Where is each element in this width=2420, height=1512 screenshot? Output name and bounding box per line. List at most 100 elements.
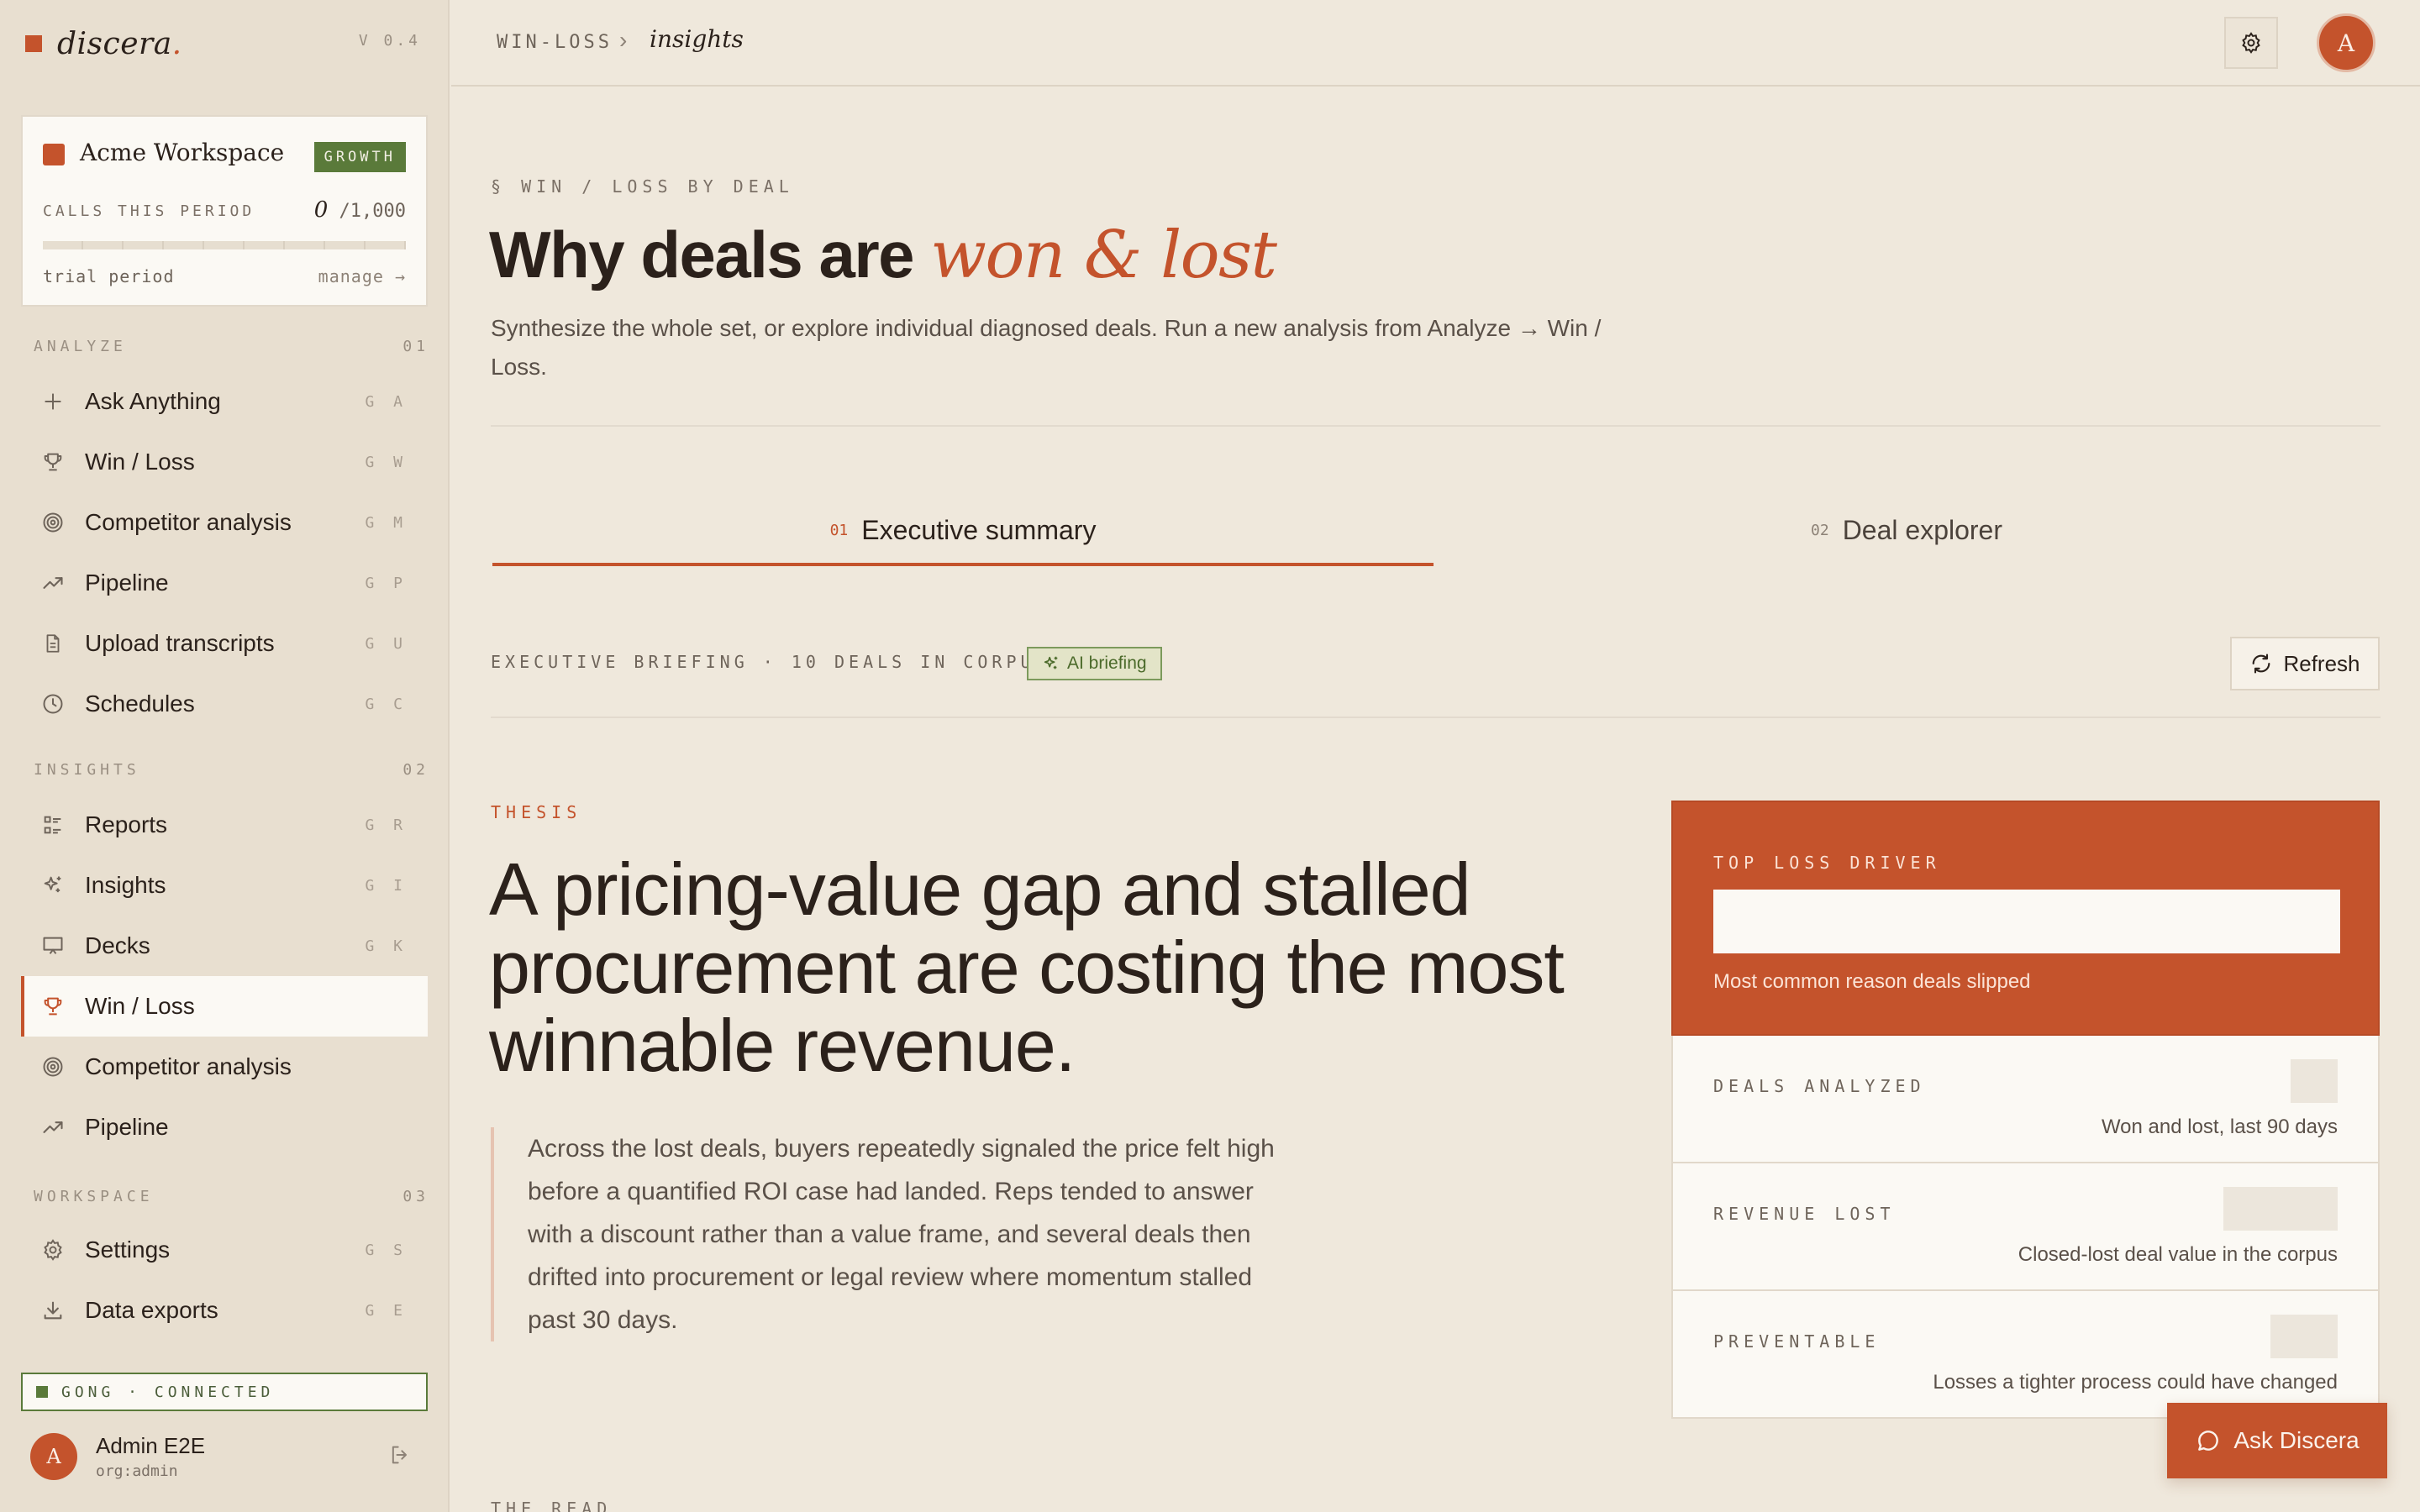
workspace-card[interactable]: Acme Workspace GROWTH CALLS THIS PERIOD … [21,115,428,307]
sidebar-item-label: Win / Loss [85,993,195,1019]
connected-dot-icon [36,1386,48,1398]
kpi-caption: Losses a tighter process could have chan… [1933,1371,2338,1394]
sidebar-item-label: Data exports [85,1297,218,1323]
sidebar-item-win-loss-active[interactable]: Win / Loss [21,976,428,1037]
breadcrumb-separator-icon: › [619,27,628,53]
manage-link[interactable]: manage → [318,266,406,286]
top-bar: WIN-LOSS › insights [451,0,2420,87]
list-icon [38,810,68,840]
sidebar-item-label: Settings [85,1236,171,1263]
sidebar: discera. V 0.4 Acme Workspace GROWTH CAL… [0,0,450,1512]
document-icon [38,628,68,659]
sidebar-item-pipeline-2[interactable]: Pipeline [21,1097,428,1158]
calls-progress-bar [43,241,406,249]
sidebar-item-label: Schedules [85,690,195,717]
shortcut-hint: G E [365,1301,408,1320]
nav-section-insights: INSIGHTS 02 [34,761,429,779]
kpi-preventable: PREVENTABLE Losses a tighter process cou… [1671,1291,2380,1419]
shortcut-hint: G K [365,937,408,955]
sidebar-item-pipeline[interactable]: Pipeline G P [21,553,428,613]
brand-logo[interactable]: discera. [25,25,182,62]
user-org: org:admin [96,1462,178,1480]
gear-icon [38,1235,68,1265]
thesis-quote: Across the lost deals, buyers repeatedly… [491,1127,1281,1341]
brand-name: discera. [57,26,182,61]
trophy-icon [38,991,68,1021]
thesis-headline: A pricing-value gap and stalled procurem… [489,848,1565,1087]
sidebar-item-label: Competitor analysis [85,509,292,535]
kpi-caption: Closed-lost deal value in the corpus [2018,1243,2338,1266]
trend-up-icon [38,568,68,598]
sidebar-item-upload-transcripts[interactable]: Upload transcripts G U [21,613,428,674]
settings-button[interactable] [2224,17,2278,69]
shortcut-hint: G A [365,392,408,411]
kpi-deals-analyzed: DEALS ANALYZED Won and lost, last 90 day… [1671,1036,2380,1163]
breadcrumb-current: insights [650,25,744,53]
sidebar-item-label: Win / Loss [85,449,195,475]
presentation-icon [38,931,68,961]
workspace-color-icon [43,144,65,165]
trend-up-icon [38,1112,68,1142]
section-heading-the-read: THE READ [491,1499,613,1512]
tab-executive-summary[interactable]: 01 Executive summary [492,494,1434,566]
shortcut-hint: G I [365,876,408,895]
thesis-label: THESIS [491,802,582,822]
download-icon [38,1295,68,1326]
tab-deal-explorer[interactable]: 02 Deal explorer [1434,494,2380,566]
integration-status[interactable]: GONG · CONNECTED [21,1373,428,1411]
briefing-label: EXECUTIVE BRIEFING · 10 DEALS IN CORPUS [491,652,1050,672]
kpi-label: REVENUE LOST [1713,1204,1896,1224]
sidebar-item-competitor-analysis[interactable]: Competitor analysis G M [21,492,428,553]
kpi-value-placeholder [2223,1187,2338,1231]
shortcut-hint: G P [365,574,408,592]
app-version: V 0.4 [358,32,421,50]
plus-icon [38,386,68,417]
sidebar-item-label: Insights [85,872,166,898]
sidebar-item-insights[interactable]: Insights G I [21,855,428,916]
divider [491,425,2381,427]
sidebar-item-competitor-analysis-2[interactable]: Competitor analysis [21,1037,428,1097]
sidebar-item-ask-anything[interactable]: Ask Anything G A [21,371,428,432]
ask-discera-button[interactable]: Ask Discera [2167,1403,2387,1478]
sidebar-item-label: Pipeline [85,570,169,596]
logout-icon[interactable] [388,1443,415,1470]
page-title: Why deals are won & lost [489,218,1277,293]
clock-icon [38,689,68,719]
workspace-name: Acme Workspace [80,139,285,166]
sidebar-item-decks[interactable]: Decks G K [21,916,428,976]
shortcut-hint: G W [365,453,408,471]
sidebar-item-schedules[interactable]: Schedules G C [21,674,428,734]
kpi-value-placeholder [2291,1059,2338,1103]
tab-number: 01 [829,521,849,539]
kpi-label: TOP LOSS DRIVER [1713,853,1941,873]
calls-label: CALLS THIS PERIOD [43,202,255,220]
sidebar-item-settings[interactable]: Settings G S [21,1220,428,1280]
tab-number: 02 [1811,521,1829,539]
progress-ticks [43,241,406,249]
nav-section-analyze: ANALYZE 01 [34,338,429,355]
shortcut-hint: G S [365,1241,408,1259]
sidebar-item-data-exports[interactable]: Data exports G E [21,1280,428,1341]
integration-status-label: GONG · CONNECTED [61,1383,275,1401]
account-avatar[interactable]: A [2317,13,2375,72]
trophy-icon [38,447,68,477]
refresh-icon [2253,654,2270,674]
refresh-button[interactable]: Refresh [2230,637,2380,690]
sidebar-item-label: Ask Anything [85,388,221,414]
breadcrumb-root[interactable]: WIN-LOSS [497,32,613,53]
sidebar-item-win-loss[interactable]: Win / Loss G W [21,432,428,492]
kpi-label: DEALS ANALYZED [1713,1076,1926,1096]
sidebar-item-label: Pipeline [85,1114,169,1140]
shortcut-hint: G M [365,513,408,532]
user-avatar[interactable]: A [30,1433,77,1480]
sidebar-item-label: Upload transcripts [85,630,275,656]
user-name: Admin E2E [96,1433,206,1458]
target-icon [38,1052,68,1082]
kpi-caption: Most common reason deals slipped [1713,970,2031,993]
shortcut-hint: G R [365,816,408,834]
sidebar-item-label: Competitor analysis [85,1053,292,1079]
chat-bubble-icon [2198,1431,2219,1451]
sidebar-item-reports[interactable]: Reports G R [21,795,428,855]
kpi-value-placeholder [1713,890,2340,953]
nav-section-workspace: WORKSPACE 03 [34,1188,429,1205]
